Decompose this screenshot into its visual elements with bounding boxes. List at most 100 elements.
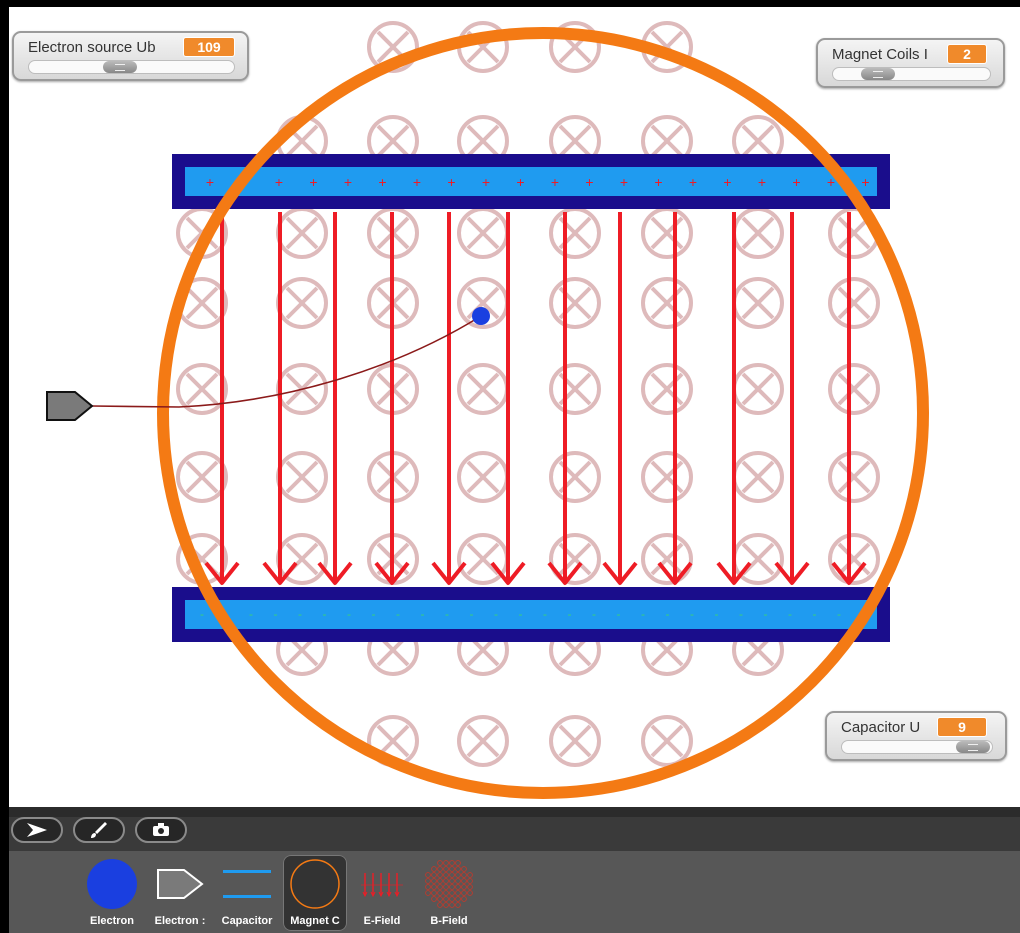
minus-charge: -	[788, 607, 792, 621]
arrow-right-icon	[27, 823, 47, 837]
plus-charge: +	[447, 174, 455, 190]
watcher-value: 9	[937, 717, 987, 737]
e-field-arrow	[716, 212, 752, 585]
magnet-coils-watcher: Magnet Coils I 2	[816, 38, 1005, 88]
stage[interactable]: + + + + + + + + + + + + + + + + + + + + -------------------…	[9, 7, 1020, 807]
b-field-symbol	[828, 277, 880, 329]
b-field-symbol	[641, 715, 693, 767]
b-field-symbol	[641, 207, 693, 259]
b-field-symbol	[176, 451, 228, 503]
minus-charge: -	[813, 607, 817, 621]
capacitor-icon	[219, 857, 275, 911]
b-field-symbol	[457, 207, 509, 259]
sprite-name: E-Field	[363, 915, 401, 927]
arrow-tool-button[interactable]	[11, 817, 63, 843]
b-field-symbol	[549, 277, 601, 329]
b-field-symbol	[549, 451, 601, 503]
e-field-arrow	[602, 212, 638, 585]
sprite-electron-source[interactable]: Electron :	[148, 855, 212, 931]
watcher-label: Electron source Ub	[28, 39, 156, 56]
e-field-arrow	[657, 212, 693, 585]
stage-toolbar	[9, 807, 1020, 851]
minus-charge: -	[298, 607, 302, 621]
slider-thumb[interactable]	[956, 741, 990, 753]
plus-charge: +	[689, 174, 697, 190]
minus-charge: -	[396, 607, 400, 621]
watcher-value: 109	[183, 37, 235, 57]
sprite-name: Capacitor	[221, 915, 273, 927]
capacitor-bottom-surface	[185, 600, 877, 629]
minus-charge: -	[666, 607, 670, 621]
b-field-symbol	[457, 363, 509, 415]
slider-track[interactable]	[841, 740, 993, 754]
minus-charge: -	[347, 607, 351, 621]
b-field-symbol	[549, 363, 601, 415]
camera-sprite-button[interactable]	[135, 817, 187, 843]
e-field-icon	[354, 857, 410, 911]
plus-charge: +	[516, 174, 524, 190]
slider-thumb[interactable]	[103, 61, 137, 73]
plus-charge: +	[206, 174, 214, 190]
minus-charge: -	[690, 607, 694, 621]
plus-charge: +	[792, 174, 800, 190]
b-field-icon	[421, 857, 477, 911]
plus-charge: +	[654, 174, 662, 190]
minus-charge: -	[421, 607, 425, 621]
sprite-name: Electron :	[154, 915, 206, 927]
minus-charge: -	[592, 607, 596, 621]
sprite-e-field[interactable]: E-Field	[350, 855, 414, 931]
minus-charge: -	[715, 607, 719, 621]
sprite-electron[interactable]: Electron	[80, 855, 144, 931]
magnet-coil-icon	[287, 857, 343, 911]
sprite-corral: Electron Electron : Capacitor Magnet C E…	[9, 851, 1020, 933]
b-field-symbol	[549, 207, 601, 259]
electron-icon	[84, 857, 140, 911]
electron-source-icon	[152, 857, 208, 911]
b-field-symbol	[276, 451, 328, 503]
b-field-symbol	[732, 277, 784, 329]
paint-new-sprite-button[interactable]	[73, 817, 125, 843]
plus-charge: +	[378, 174, 386, 190]
minus-charge: -	[764, 607, 768, 621]
minus-charge: -	[249, 607, 253, 621]
plus-charge: +	[723, 174, 731, 190]
sprite-capacitor[interactable]: Capacitor	[215, 855, 279, 931]
slider-track[interactable]	[832, 67, 991, 81]
minus-charge: -	[543, 607, 547, 621]
b-field-symbol	[457, 451, 509, 503]
minus-charge: -	[372, 607, 376, 621]
capacitor-top-surface	[185, 167, 877, 196]
plus-charge: +	[309, 174, 317, 190]
minus-charge: -	[323, 607, 327, 621]
plus-charge: +	[275, 174, 283, 190]
watcher-label: Magnet Coils I	[832, 46, 928, 63]
slider-thumb[interactable]	[861, 68, 895, 80]
watcher-label: Capacitor U	[841, 719, 921, 736]
sprite-magnet-coil[interactable]: Magnet C	[283, 855, 347, 931]
sprite-name: Electron	[89, 915, 134, 927]
b-field-symbol	[828, 363, 880, 415]
sprite-b-field[interactable]: B-Field	[417, 855, 481, 931]
b-field-symbol	[732, 207, 784, 259]
minus-charge: -	[837, 607, 841, 621]
b-field-symbol	[641, 277, 693, 329]
plus-charge: +	[758, 174, 766, 190]
b-field-symbol	[641, 451, 693, 503]
b-field-symbol	[732, 363, 784, 415]
b-field-symbol	[828, 451, 880, 503]
capacitor-bottom-plate	[172, 587, 890, 642]
minus-charge: -	[739, 607, 743, 621]
electron-source-watcher: Electron source Ub 109	[12, 31, 249, 81]
sprite-name: Magnet C	[290, 915, 340, 927]
minus-charge: -	[200, 607, 204, 621]
electron	[472, 307, 490, 325]
b-field-symbol	[549, 715, 601, 767]
electron-source-icon	[46, 391, 94, 421]
camera-icon	[153, 823, 169, 836]
b-field-symbol	[457, 715, 509, 767]
slider-track[interactable]	[28, 60, 235, 74]
minus-charge: -	[568, 607, 572, 621]
plus-charge: +	[585, 174, 593, 190]
e-field-arrow	[490, 212, 526, 585]
plus-charge: +	[482, 174, 490, 190]
